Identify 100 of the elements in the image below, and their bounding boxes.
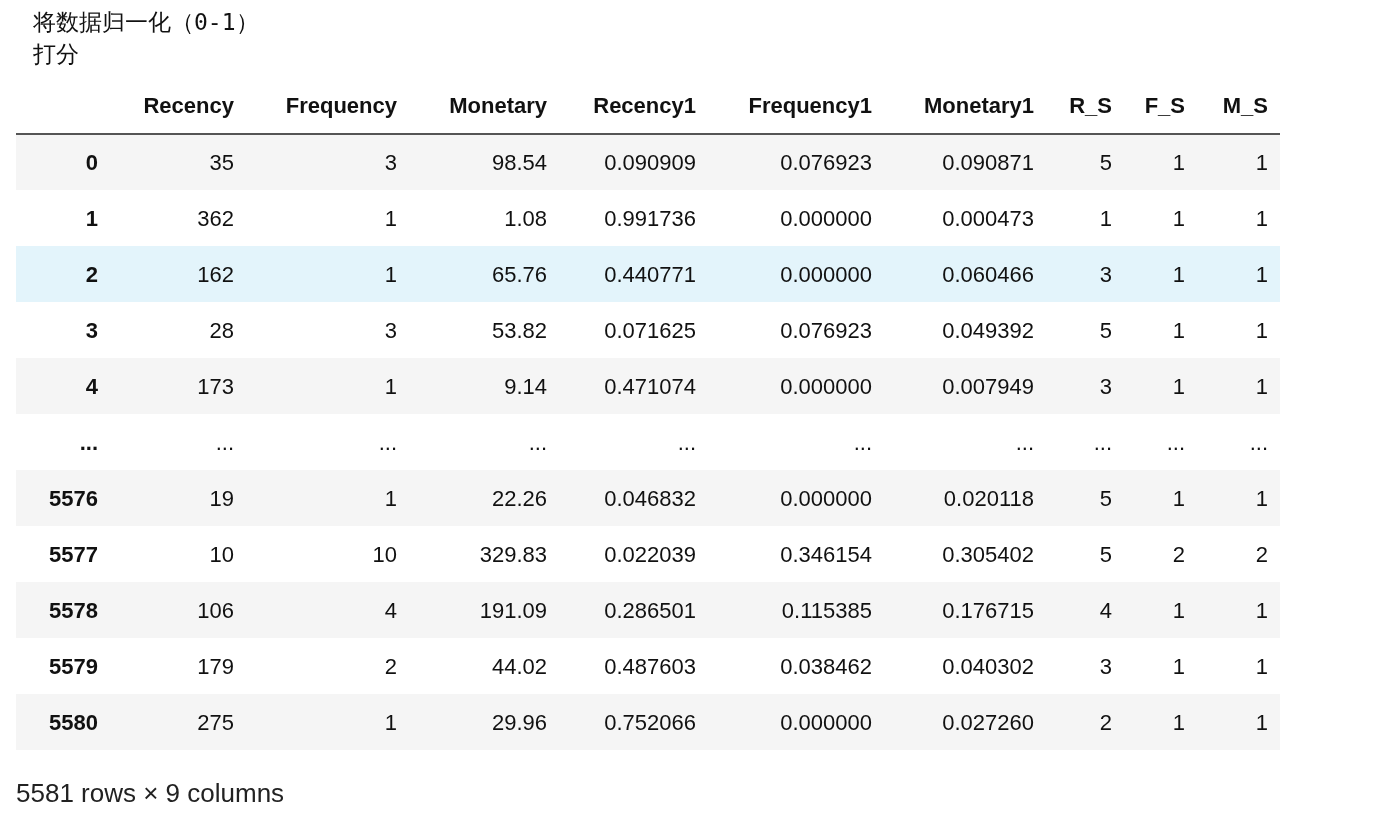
column-header: Frequency: [246, 78, 409, 134]
table-cell: 191.09: [409, 582, 559, 638]
table-cell: 3: [1046, 246, 1124, 302]
table-cell: 5: [1046, 526, 1124, 582]
table-cell: 3: [1046, 358, 1124, 414]
table-cell: 1: [1197, 358, 1280, 414]
table-cell: 1: [1197, 694, 1280, 750]
table-cell: 0.752066: [559, 694, 708, 750]
table-cell: 0.020118: [884, 470, 1046, 526]
table-cell: 4: [1046, 582, 1124, 638]
table-cell: 362: [110, 190, 246, 246]
table-cell: 0.090909: [559, 134, 708, 190]
table-cell: 44.02: [409, 638, 559, 694]
table-cell: 2: [1197, 526, 1280, 582]
table-cell: 0.000000: [708, 358, 884, 414]
table-cell: 1: [1124, 694, 1197, 750]
table-cell: 4: [246, 582, 409, 638]
table-cell: ...: [559, 414, 708, 470]
column-header: Recency: [110, 78, 246, 134]
table-cell: 3: [246, 134, 409, 190]
table-cell: 28: [110, 302, 246, 358]
table-cell: 162: [110, 246, 246, 302]
table-cell: 0.090871: [884, 134, 1046, 190]
table-cell: ...: [884, 414, 1046, 470]
table-cell: 0.000000: [708, 470, 884, 526]
table-cell: 1: [1197, 134, 1280, 190]
table-cell: 0.038462: [708, 638, 884, 694]
table-cell: 10: [110, 526, 246, 582]
table-cell: 3: [1046, 638, 1124, 694]
table-cell: 0.060466: [884, 246, 1046, 302]
table-cell: 0.076923: [708, 134, 884, 190]
row-index: 5577: [16, 526, 110, 582]
table-cell: 10: [246, 526, 409, 582]
table-cell: 35: [110, 134, 246, 190]
table-cell: 1: [1124, 246, 1197, 302]
table-cell: 3: [246, 302, 409, 358]
table-cell: 1: [246, 470, 409, 526]
table-cell: 1: [1197, 190, 1280, 246]
row-index: ...: [16, 414, 110, 470]
table-cell: 0.046832: [559, 470, 708, 526]
table-cell: 98.54: [409, 134, 559, 190]
table-cell: 0.305402: [884, 526, 1046, 582]
table-cell: 275: [110, 694, 246, 750]
table-cell: ...: [110, 414, 246, 470]
table-cell: 1: [1124, 638, 1197, 694]
table-cell: 1: [246, 358, 409, 414]
row-index: 5580: [16, 694, 110, 750]
row-count-summary: 5581 rows × 9 columns: [16, 777, 286, 810]
row-index: 1: [16, 190, 110, 246]
table-cell: 2: [246, 638, 409, 694]
column-header: Monetary: [409, 78, 559, 134]
table-cell: ...: [1197, 414, 1280, 470]
table-cell: 53.82: [409, 302, 559, 358]
column-header: Frequency1: [708, 78, 884, 134]
table-cell: 1: [1197, 638, 1280, 694]
row-index: 5579: [16, 638, 110, 694]
table-cell: 1: [1124, 134, 1197, 190]
column-header: F_S: [1124, 78, 1197, 134]
table-cell: 19: [110, 470, 246, 526]
table-cell: 0.040302: [884, 638, 1046, 694]
table-cell: 1: [1197, 470, 1280, 526]
row-index: 3: [16, 302, 110, 358]
table-cell: 0.991736: [559, 190, 708, 246]
table-cell: 22.26: [409, 470, 559, 526]
table-cell: 0.000000: [708, 246, 884, 302]
table-cell: 0.346154: [708, 526, 884, 582]
table-cell: 0.000000: [708, 694, 884, 750]
table-cell: 1: [1124, 302, 1197, 358]
table-cell: 0.022039: [559, 526, 708, 582]
table-cell: 1: [246, 190, 409, 246]
table-cell: 1: [1046, 190, 1124, 246]
table-cell: 1: [1197, 582, 1280, 638]
table-cell: ...: [1124, 414, 1197, 470]
table-cell: 0.471074: [559, 358, 708, 414]
table-cell: 1.08: [409, 190, 559, 246]
table-cell: 2: [1124, 526, 1197, 582]
table-cell: 5: [1046, 134, 1124, 190]
table-cell: 1: [246, 246, 409, 302]
output-text: 将数据归一化（0-1）: [33, 8, 260, 37]
table-cell: 0.000473: [884, 190, 1046, 246]
table-cell: ...: [1046, 414, 1124, 470]
table-cell: 0.487603: [559, 638, 708, 694]
table-cell: ...: [708, 414, 884, 470]
column-header: Recency1: [559, 78, 708, 134]
table-cell: 5: [1046, 302, 1124, 358]
output-text: 打分: [33, 40, 80, 69]
table-cell: 0.115385: [708, 582, 884, 638]
table-cell: 9.14: [409, 358, 559, 414]
table-cell: 1: [1124, 470, 1197, 526]
table-cell: 65.76: [409, 246, 559, 302]
table-cell: 1: [1124, 582, 1197, 638]
table-cell: 106: [110, 582, 246, 638]
table-cell: 1: [1124, 358, 1197, 414]
table-cell: 1: [1124, 190, 1197, 246]
table-cell: 0.007949: [884, 358, 1046, 414]
table-cell: 5: [1046, 470, 1124, 526]
table-cell: 0.440771: [559, 246, 708, 302]
row-index: 5576: [16, 470, 110, 526]
column-header: M_S: [1197, 78, 1280, 134]
table-cell: 179: [110, 638, 246, 694]
